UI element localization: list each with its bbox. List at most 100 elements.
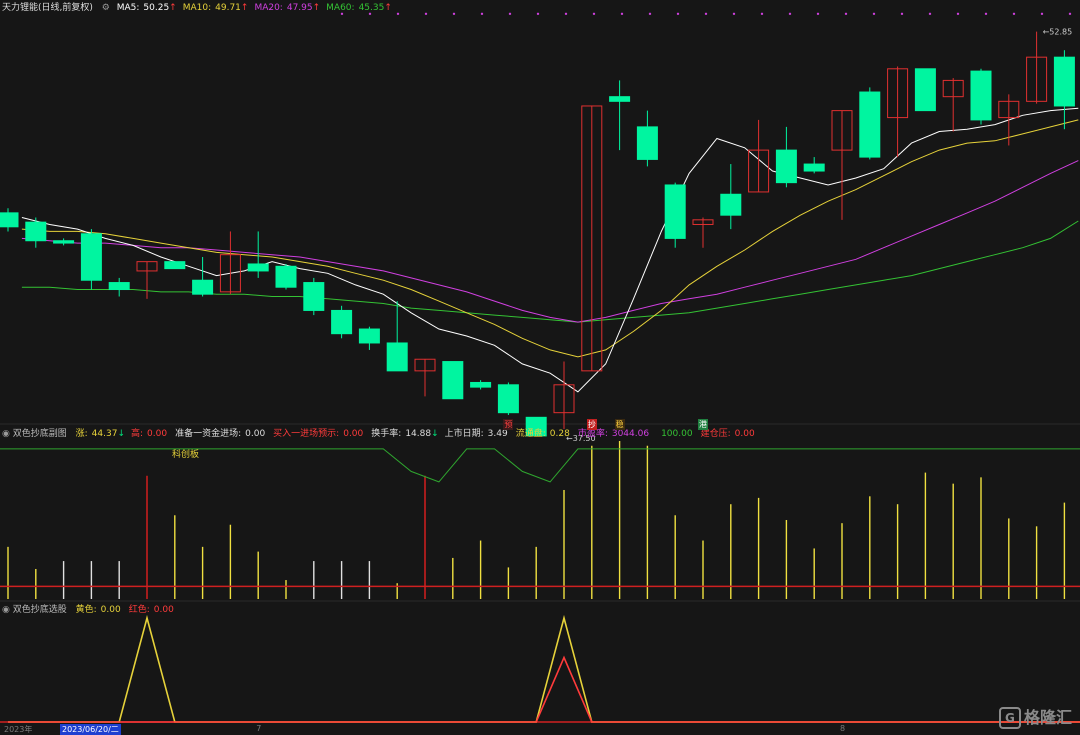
candle [219, 231, 241, 295]
candle [497, 382, 519, 415]
ma-value: 50.25 [143, 3, 170, 13]
candle [108, 277, 130, 297]
board-label: 科创板 [172, 450, 200, 460]
sub2-name: 双色抄底选股 [12, 605, 67, 615]
sub1-item-label: 市盈率: [577, 429, 608, 439]
main-chart-title: 天力锂能(日线,前复权) ⚙ MA5: 50.25↑ MA10: 49.71↑ MA20… [2, 2, 398, 14]
ma-label: MA60: [326, 3, 355, 13]
candle [609, 80, 631, 151]
ma-value: 49.71 [215, 3, 241, 13]
sub1-indicator-icon[interactable]: ◉ [2, 429, 10, 439]
down-arrow-icon: ↓ [431, 429, 439, 439]
up-arrow-icon: ↑ [312, 3, 321, 13]
top-marker: • [872, 10, 877, 19]
signal-marker: 港 [698, 419, 708, 430]
sub1-item-label: 换手率: [371, 429, 402, 439]
candle-body [803, 163, 825, 172]
candle-body [303, 282, 325, 311]
candle-body [358, 328, 380, 344]
candle-body [0, 212, 19, 228]
candle-body [442, 361, 464, 400]
sub1-item-value: 3044.06 [611, 429, 650, 439]
x-axis-year: 2023年 [4, 725, 33, 734]
watermark: G 格隆汇 [998, 704, 1072, 729]
top-marker: • [760, 10, 765, 19]
candle-body [80, 233, 102, 281]
sub1-item-label: 流通盘: [515, 429, 546, 439]
candle [553, 361, 575, 429]
candle-body [25, 221, 47, 242]
candle [136, 261, 158, 299]
cursor-date: 2023/06/20/二 [60, 724, 121, 735]
top-marker: • [536, 10, 541, 19]
ma-label: MA20: [254, 3, 283, 13]
sub1-item-value: 0.00 [343, 429, 364, 439]
sub1-item-value: 0.00 [734, 429, 755, 439]
top-marker: • [480, 10, 485, 19]
candle-body [914, 68, 936, 112]
candle [970, 68, 992, 125]
candle [303, 277, 325, 316]
sub2-item-label: 黄色: [75, 605, 97, 615]
sub2-indicator-icon[interactable]: ◉ [2, 605, 10, 615]
sub1-item-value: 0.00 [245, 429, 266, 439]
ma-label: MA5: [116, 3, 140, 13]
ma-value: 45.35 [358, 3, 385, 13]
top-marker: • [648, 10, 653, 19]
candle [859, 87, 881, 160]
top-marker: • [508, 10, 513, 19]
candle [1026, 31, 1048, 104]
sub1-item-value: 3.49 [487, 429, 508, 439]
candle [358, 326, 380, 350]
top-marker: • [424, 10, 429, 19]
top-marker: • [1040, 10, 1045, 19]
sub1-item-value: 44.37 [91, 429, 118, 439]
top-marker: • [620, 10, 625, 19]
x-axis-month-tick: 7 [256, 724, 262, 733]
top-marker: • [816, 10, 821, 19]
candle-body [192, 279, 214, 295]
top-marker: • [788, 10, 793, 19]
candle [275, 263, 297, 290]
candle-body [1053, 56, 1075, 107]
candle-body [859, 91, 881, 158]
candle [887, 66, 909, 158]
candle [664, 182, 686, 248]
sub2-item-value: 0.00 [153, 605, 174, 615]
top-marker: • [956, 10, 961, 19]
top-marker: • [452, 10, 457, 19]
signal-marker: 抄 [586, 419, 597, 430]
sub1-item-label: 建仓压: [700, 429, 731, 439]
candle [1053, 50, 1075, 130]
watermark-logo-icon: G [998, 707, 1021, 729]
candle-body [275, 265, 297, 288]
stock-name: 天力锂能(日线,前复权) [2, 3, 93, 13]
top-marker: • [564, 10, 569, 19]
candle-body [331, 309, 353, 335]
candle [442, 361, 464, 400]
sub1-item-label: 准备一资金进场: [175, 429, 242, 439]
sub1-legend: 涨: 44.37↓ 高: 0.00 准备一资金进场: 0.00 买入一进场预示: 0.00 换手… [76, 429, 763, 439]
down-arrow-icon: ↓ [117, 429, 125, 439]
candle [775, 126, 797, 188]
candle-body [720, 193, 742, 216]
candle [0, 208, 19, 232]
ma10-line [21, 119, 1079, 358]
candle [25, 217, 47, 248]
sub2-legend: 黄色: 0.00 红色: 0.00 [76, 605, 182, 615]
kline-chart: ••••••••••••••••••••••••••••••••••••←52.… [0, 10, 1080, 723]
ma-value: 47.95 [286, 3, 313, 13]
top-marker: • [592, 10, 597, 19]
candle-body [970, 70, 992, 121]
up-arrow-icon: ↑ [384, 3, 392, 13]
top-marker: • [900, 10, 905, 19]
candle-body [108, 282, 130, 291]
candle [692, 217, 714, 248]
settings-gear-icon[interactable]: ⚙ [102, 3, 110, 13]
sub1-item-value: 0.28 [549, 429, 570, 439]
candle [247, 231, 269, 278]
signal-marker: 预 [503, 419, 514, 430]
x-axis-month-tick: 8 [840, 724, 846, 733]
candle [748, 119, 770, 193]
top-marker: • [704, 10, 709, 19]
